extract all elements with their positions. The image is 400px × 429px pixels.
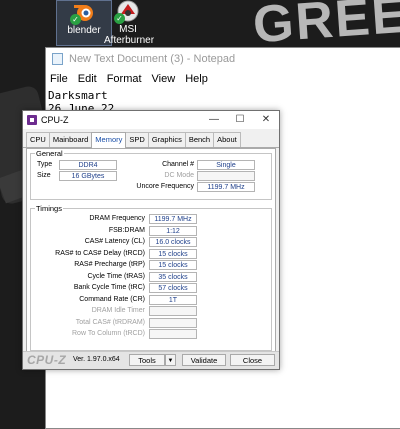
timing-value-dram-idle-timer bbox=[149, 306, 197, 316]
timing-value-command-rate: 1T bbox=[149, 294, 197, 305]
cpuz-title: CPU-Z bbox=[41, 115, 69, 125]
uncore-frequency-label: Uncore Frequency bbox=[136, 183, 194, 190]
menu-view[interactable]: View bbox=[152, 73, 176, 85]
maximize-button[interactable]: ☐ bbox=[227, 111, 253, 129]
notepad-title: New Text Document (3) - Notepad bbox=[69, 53, 236, 65]
timing-label-trp: RAS# Precharge (tRP) bbox=[74, 261, 145, 268]
cpuz-window[interactable]: CPU-Z — ☐ ✕ CPU Mainboard Memory SPD Gra… bbox=[22, 110, 280, 370]
type-label: Type bbox=[37, 161, 53, 168]
timing-value-trcd: 15 clocks bbox=[149, 248, 197, 259]
tab-memory[interactable]: Memory bbox=[91, 132, 127, 149]
tab-bench[interactable]: Bench bbox=[184, 132, 215, 147]
text-line: Darksmart bbox=[48, 89, 108, 102]
general-legend: General bbox=[36, 149, 63, 158]
menu-help[interactable]: Help bbox=[185, 73, 208, 85]
memory-panel: General Type DDR4 Size 16 GBytes Channel… bbox=[26, 148, 276, 354]
version-text: Ver. 1.97.0.x64 bbox=[73, 356, 120, 363]
checkmark-icon: ✓ bbox=[114, 13, 125, 24]
timing-label-trc: Bank Cycle Time (tRC) bbox=[73, 284, 145, 291]
timing-label-total-cas: Total CAS# (tRDRAM) bbox=[75, 318, 145, 326]
timing-label-trcd: RAS# to CAS# Delay (tRCD) bbox=[55, 249, 145, 257]
timing-value-trc: 57 clocks bbox=[149, 283, 197, 293]
type-value: DDR4 bbox=[59, 160, 117, 170]
tools-button[interactable]: Tools bbox=[129, 354, 165, 366]
caret-down-icon: ▼ bbox=[167, 358, 174, 364]
cpuz-logo-icon bbox=[27, 115, 37, 125]
dc-mode-label: DC Mode bbox=[164, 172, 194, 179]
dc-mode-value bbox=[197, 171, 255, 181]
msi-afterburner-icon: ✓ bbox=[114, 0, 140, 24]
notepad-icon bbox=[52, 53, 63, 65]
timing-value-row-to-column bbox=[149, 329, 197, 339]
menu-file[interactable]: File bbox=[50, 73, 68, 85]
menu-edit[interactable]: Edit bbox=[78, 73, 97, 85]
close-button[interactable]: Close bbox=[230, 354, 275, 366]
timing-label-command-rate: Command Rate (CR) bbox=[79, 295, 145, 303]
timing-value-trp: 15 clocks bbox=[149, 260, 197, 270]
tab-cpu[interactable]: CPU bbox=[26, 132, 50, 147]
tab-graphics[interactable]: Graphics bbox=[147, 132, 186, 147]
timing-label-cas-latency: CAS# Latency (CL) bbox=[84, 238, 145, 245]
timing-value-total-cas bbox=[149, 317, 197, 328]
cpuz-footer: CPU-Z Ver. 1.97.0.x64 Tools ▼ Validate C… bbox=[23, 351, 279, 369]
notepad-menubar: File Edit Format View Help bbox=[46, 70, 400, 88]
size-label: Size bbox=[37, 172, 51, 179]
cpuz-titlebar[interactable]: CPU-Z — ☐ ✕ bbox=[23, 111, 279, 129]
channel-value: Single bbox=[197, 160, 255, 170]
desktop-icon-label: MSI Afterburner bbox=[104, 24, 155, 46]
tab-spd[interactable]: SPD bbox=[125, 132, 149, 147]
timing-value-tras: 35 clocks bbox=[149, 271, 197, 282]
timing-label-dram-frequency: DRAM Frequency bbox=[89, 215, 145, 222]
timing-label-tras: Cycle Time (tRAS) bbox=[87, 272, 145, 280]
timing-label-fsb-dram: FSB:DRAM bbox=[108, 226, 145, 234]
timing-value-dram-frequency: 1199.7 MHz bbox=[149, 214, 197, 224]
desktop-icon-msi-afterburner[interactable]: ✓ MSI Afterburner bbox=[104, 0, 155, 46]
notepad-titlebar[interactable]: New Text Document (3) - Notepad bbox=[46, 48, 400, 70]
close-window-button[interactable]: ✕ bbox=[253, 111, 279, 129]
tab-mainboard[interactable]: Mainboard bbox=[48, 132, 93, 147]
tab-about[interactable]: About bbox=[213, 132, 241, 147]
tab-bar: CPU Mainboard Memory SPD Graphics Bench … bbox=[23, 131, 279, 149]
desktop-icon-label: blender bbox=[67, 25, 101, 36]
timings-legend: Timings bbox=[36, 204, 62, 213]
menu-format[interactable]: Format bbox=[107, 73, 142, 85]
timing-label-row-to-column: Row To Column (tRCD) bbox=[72, 330, 145, 337]
checkmark-icon: ✓ bbox=[70, 14, 81, 25]
timing-value-fsb-dram: 1:12 bbox=[149, 225, 197, 236]
timing-label-dram-idle-timer: DRAM Idle Timer bbox=[91, 307, 145, 314]
validate-button[interactable]: Validate bbox=[182, 354, 226, 366]
blender-icon: ✓ bbox=[70, 1, 96, 25]
size-value: 16 GBytes bbox=[59, 171, 117, 181]
uncore-frequency-value: 1199.7 MHz bbox=[197, 182, 255, 192]
channel-label: Channel # bbox=[162, 161, 194, 168]
tools-dropdown-button[interactable]: ▼ bbox=[165, 354, 176, 366]
cpuz-brand-logo: CPU-Z bbox=[27, 353, 67, 367]
minimize-button[interactable]: — bbox=[201, 111, 227, 129]
timing-value-cas-latency: 16.0 clocks bbox=[149, 237, 197, 247]
